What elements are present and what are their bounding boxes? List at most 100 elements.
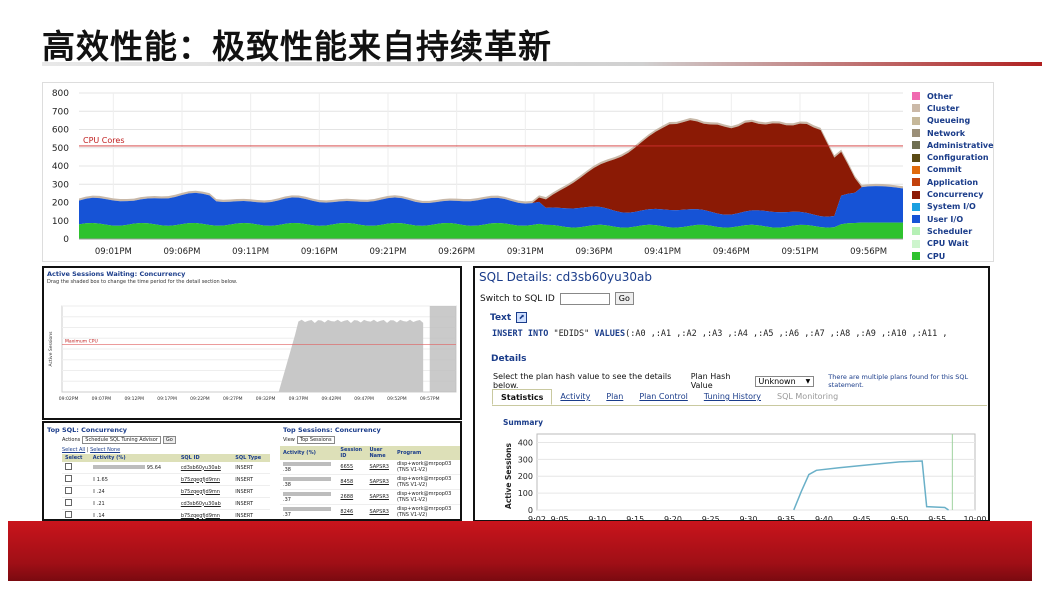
active-sessions-chart[interactable]: 800 700 600 500 400 300 200 100 0 CPU Cores 09:01P…	[42, 82, 994, 262]
max-cpu-label: Maximum CPU	[65, 339, 98, 345]
tab-plan-control[interactable]: Plan Control	[631, 389, 695, 405]
col-sql-id: SQL ID	[177, 454, 233, 462]
mini-x-tick: 09:17PM	[157, 396, 177, 402]
plan-hash-select[interactable]: Unknown ▼	[754, 375, 815, 387]
activity-cell: 95.64	[89, 462, 178, 474]
row-checkbox[interactable]	[62, 485, 90, 498]
sql-plot-area	[536, 433, 976, 511]
session-id-link[interactable]: 6655	[337, 460, 367, 475]
program-cell: disp+work@mrpop03 (TNS V1-V2)	[393, 489, 460, 505]
legend-swatch	[912, 116, 920, 125]
concurrency-chart-title: Active Sessions Waiting: Concurrency	[47, 270, 186, 278]
top-sql-row[interactable]: .21 cd3sb60yu30ab INSERT	[62, 497, 270, 510]
cpu-cores-label: CPU Cores	[83, 136, 125, 145]
sql-id-link[interactable]: b75zqegfjd9mn	[177, 485, 233, 498]
tab-activity[interactable]: Activity	[552, 389, 598, 405]
mini-x-tick: 09:27PM	[223, 396, 243, 402]
x-tick-label: 09:46PM	[713, 247, 750, 257]
view-label: View	[283, 437, 295, 443]
sql-id-link[interactable]: cd3sb60yu30ab	[177, 497, 233, 510]
view-select[interactable]: Top Sessions	[296, 436, 335, 444]
text-expand-icon[interactable]: ⬈	[516, 312, 528, 323]
concurrency-chart-panel: Active Sessions Waiting: Concurrency Dra…	[42, 266, 462, 420]
mini-x-tick: 09:12PM	[124, 396, 144, 402]
legend-item: Cluster	[912, 102, 994, 114]
tab-plan[interactable]: Plan	[598, 389, 631, 405]
top-sql-row[interactable]: .14 b75zqegfjd9mn INSERT	[62, 509, 270, 519]
top-sessions-title: Top Sessions: Concurrency	[283, 426, 381, 434]
row-checkbox[interactable]	[62, 497, 90, 510]
mini-x-tick: 09:02PM	[59, 396, 79, 402]
tab-tuning-history[interactable]: Tuning History	[696, 389, 769, 405]
sql-type-cell: INSERT	[232, 509, 270, 519]
sql-details-title: SQL Details: cd3sb60yu30ab	[479, 270, 652, 284]
top-sql-row[interactable]: .24 b75zqegfjd9mn INSERT	[62, 485, 270, 498]
sql-text: INSERT INTO "EDIDS" VALUES(:A0 ,:A1 ,:A2…	[492, 329, 948, 339]
program-cell: disp+work@mrpop03 (TNS V1-V2)	[393, 460, 460, 475]
sql-y-tick: 200	[518, 472, 533, 481]
y-tick-label: 700	[52, 107, 69, 117]
legend-swatch	[912, 165, 920, 174]
plan-prompt: Select the plan hash value to see the de…	[493, 372, 672, 390]
top-session-row[interactable]: .38 6655 SAPSR3 disp+work@mrpop03 (TNS V1-V…	[280, 460, 460, 475]
y-tick-label: 100	[52, 217, 69, 227]
legend-swatch	[912, 141, 920, 150]
col-activity[interactable]: Activity (%)	[89, 454, 178, 462]
session-id-link[interactable]: 2688	[337, 489, 367, 505]
top-session-row[interactable]: .37 8246 SAPSR3 disp+work@mrpop03 (TNS V1-V…	[280, 504, 460, 519]
select-none-link[interactable]: Select None	[90, 447, 120, 453]
x-tick-label: 09:36PM	[576, 247, 613, 257]
program-cell: disp+work@mrpop03 (TNS V1-V2)	[393, 504, 460, 519]
session-activity-cell: .37	[280, 489, 338, 505]
legend-item: Network	[912, 127, 994, 139]
multi-plan-note: There are multiple plans found for this …	[828, 373, 969, 389]
sql-id-link[interactable]: cd3sb60yu30ab	[177, 462, 233, 474]
x-tick-label: 09:01PM	[95, 247, 132, 257]
x-tick-label: 09:41PM	[644, 247, 681, 257]
actions-go-button[interactable]: Go	[162, 436, 176, 444]
row-checkbox[interactable]	[62, 509, 90, 519]
legend-swatch	[912, 215, 920, 224]
top-sql-row[interactable]: 1.65 b75zqegfjd9mn INSERT	[62, 473, 270, 486]
selection-box	[429, 306, 456, 392]
concurrency-chart-subtitle: Drag the shaded box to change the time p…	[47, 279, 238, 285]
col-session-activity[interactable]: Activity (%)	[280, 446, 338, 460]
activity-cell: .21	[89, 497, 178, 510]
sql-type-cell: INSERT	[232, 497, 270, 510]
concurrency-chart-svg[interactable]: Maximum CPU Active Sessions 09:02PM 09:07PM…	[44, 288, 460, 418]
select-all-link[interactable]: Select All	[62, 447, 85, 453]
top-sql-row[interactable]: 95.64 cd3sb60yu30ab INSERT	[62, 462, 270, 474]
user-name-link[interactable]: SAPSR3	[366, 460, 394, 475]
sql-details-tabs: Statistics Activity Plan Plan Control Tu…	[492, 389, 987, 406]
user-name-link[interactable]: SAPSR3	[366, 474, 394, 490]
session-id-link[interactable]: 8246	[337, 504, 367, 519]
y-tick-label: 500	[52, 144, 69, 154]
sql-id-link[interactable]: b75zqegfjd9mn	[177, 473, 233, 486]
actions-label: Actions	[62, 437, 81, 443]
sql-id-input[interactable]	[559, 292, 610, 305]
mini-x-tick: 09:42PM	[321, 396, 341, 402]
session-id-link[interactable]: 8458	[337, 474, 367, 490]
tab-statistics[interactable]: Statistics	[492, 389, 553, 405]
top-session-row[interactable]: .38 8458 SAPSR3 disp+work@mrpop03 (TNS V1-V…	[280, 474, 460, 490]
legend-item: Queueing	[912, 115, 994, 127]
actions-select[interactable]: Schedule SQL Tuning Advisor	[82, 436, 161, 444]
sql-id-link[interactable]: b75zqegfjd9mn	[177, 509, 233, 519]
legend-item: Other	[912, 90, 994, 102]
row-checkbox[interactable]	[62, 473, 90, 486]
legend-item: Concurrency	[912, 188, 994, 200]
y-tick-label: 300	[52, 180, 69, 190]
mini-x-tick: 09:47PM	[354, 396, 374, 402]
col-sql-type: SQL Type	[232, 454, 270, 462]
sql-activity-chart-svg: 4003002001000Active Sessions9:02 9:05 9:10…	[504, 433, 987, 520]
sql-y-tick: 300	[518, 455, 533, 464]
user-name-link[interactable]: SAPSR3	[366, 504, 394, 519]
switch-sql-label: Switch to SQL ID	[480, 293, 555, 304]
switch-go-button[interactable]: Go	[614, 292, 634, 305]
user-name-link[interactable]: SAPSR3	[366, 489, 394, 505]
row-checkbox[interactable]	[62, 462, 90, 474]
legend-item: System I/O	[912, 201, 994, 213]
legend-item: Commit	[912, 164, 994, 176]
top-session-row[interactable]: .37 2688 SAPSR3 disp+work@mrpop03 (TNS V1-V…	[280, 489, 460, 505]
legend-swatch	[912, 190, 920, 199]
